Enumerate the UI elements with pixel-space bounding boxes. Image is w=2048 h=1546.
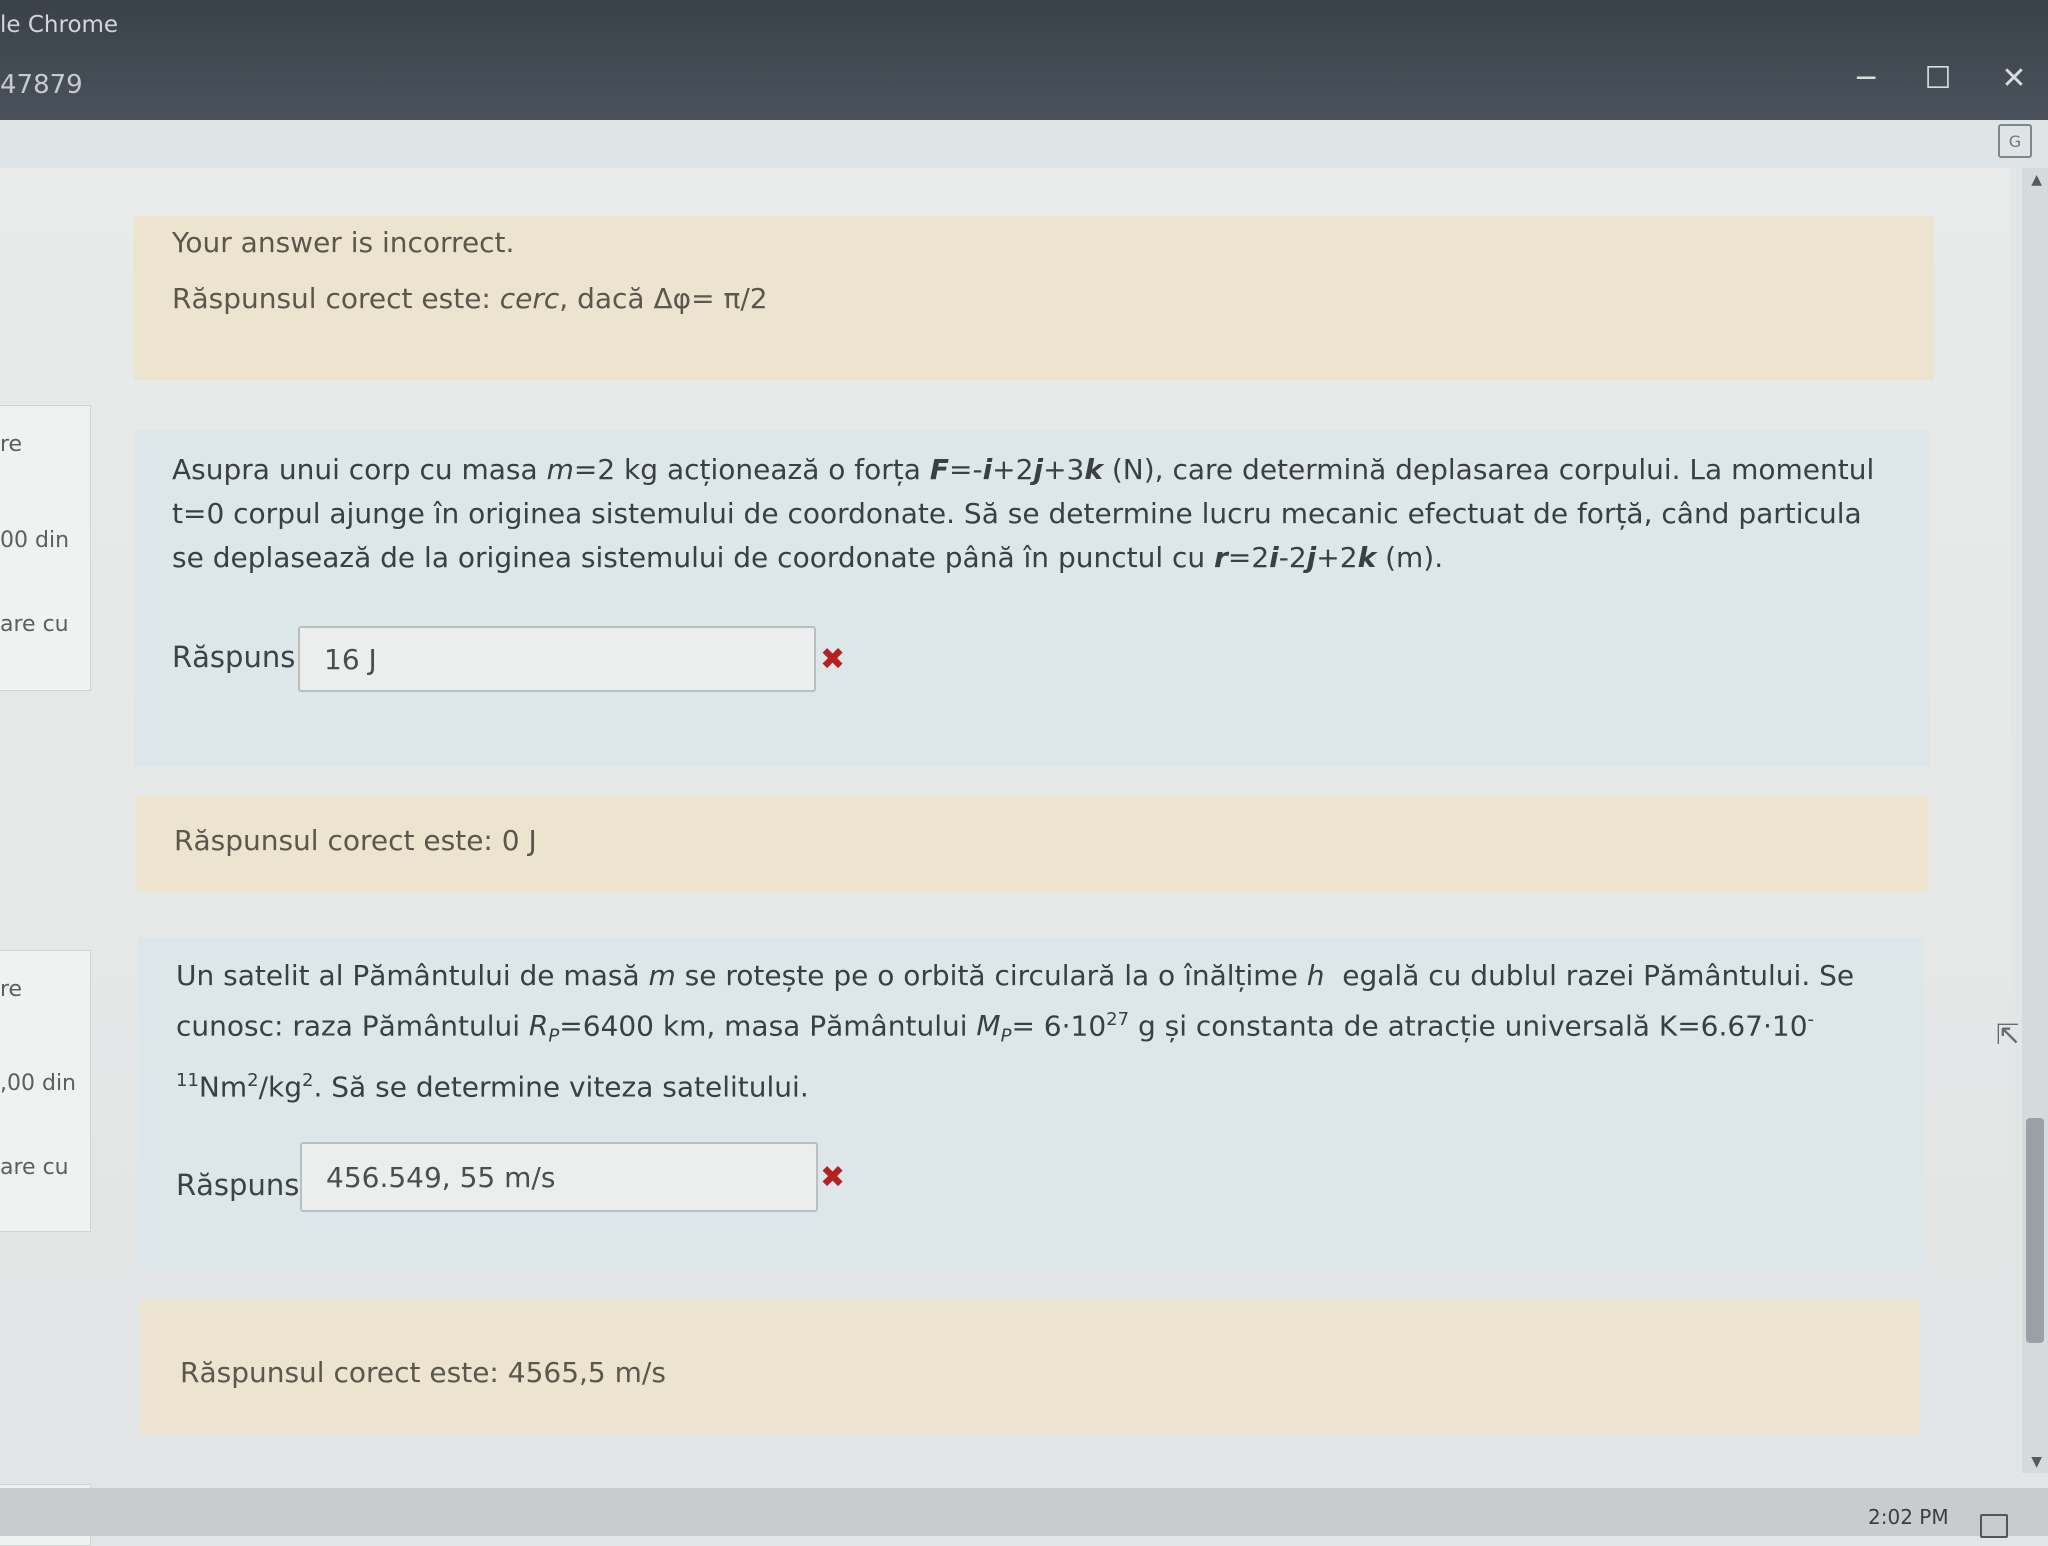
correct-answer-text: Răspunsul corect este: 0 J (174, 824, 537, 857)
question-text: Asupra unui corp cu masa m=2 kg acționea… (172, 453, 1875, 574)
feedback-box-q1: Răspunsul corect este: 0 J (136, 796, 1928, 892)
answer-input[interactable]: 16 J (298, 626, 816, 692)
incorrect-icon: ✖ (820, 642, 846, 677)
question-card-satellite: Un satelit al Pământului de masă m se ro… (138, 938, 1924, 1268)
incorrect-message: Your answer is incorrect. (172, 226, 515, 259)
minimize-button[interactable]: ─ (1846, 58, 1886, 98)
flag-question-label[interactable]: are cu (0, 612, 69, 637)
question-info-card-1: re 00 din are cu (0, 405, 91, 691)
correct-answer-text: Răspunsul corect este: 4565,5 m/s (180, 1356, 666, 1389)
question-text: Un satelit al Pământului de masă m se ro… (176, 959, 1855, 1104)
answer-input[interactable]: 456.549, 55 m/s (300, 1142, 818, 1212)
scroll-down-icon[interactable]: ▼ (2031, 1454, 2042, 1470)
mouse-cursor-icon: ⇱ (1996, 1018, 2020, 1051)
app-title: le Chrome (0, 12, 119, 38)
translate-icon[interactable]: G (1998, 124, 2032, 158)
tab-title[interactable]: 47879 (0, 70, 83, 100)
os-taskbar (0, 1488, 2048, 1536)
feedback-box-q2: Răspunsul corect este: 4565,5 m/s (140, 1300, 1920, 1434)
correct-prefix: Răspunsul corect este: (172, 282, 500, 315)
question-mark-label: ,00 din (0, 1071, 77, 1096)
answer-label: Răspuns: (176, 1168, 310, 1202)
feedback-box-previous: Your answer is incorrect. Răspunsul core… (134, 216, 1934, 380)
question-state-label: re (0, 432, 23, 457)
scrollbar-thumb[interactable] (2026, 1118, 2044, 1343)
close-button[interactable]: ✕ (1994, 58, 2034, 98)
flag-question-label[interactable]: are cu (0, 1155, 69, 1180)
question-info-card-2: re ,00 din are cu (0, 950, 91, 1232)
incorrect-icon: ✖ (820, 1160, 846, 1195)
taskbar-clock[interactable]: 2:02 PM (1868, 1505, 1949, 1529)
answer-label: Răspuns: (172, 640, 306, 674)
question-mark-label: 00 din (0, 528, 70, 553)
correct-italic: cerc (499, 282, 560, 315)
correct-suffix: , dacă Δφ= π/2 (559, 282, 768, 315)
window-titlebar: le Chrome 47879 ─ ☐ ✕ (0, 0, 2048, 120)
browser-toolbar (0, 120, 2048, 168)
notification-icon[interactable] (1980, 1514, 2008, 1538)
question-card-work: Asupra unui corp cu masa m=2 kg acționea… (134, 430, 1930, 766)
maximize-button[interactable]: ☐ (1918, 58, 1958, 98)
question-state-label: re (0, 977, 23, 1002)
correct-answer-text: Răspunsul corect este: cerc, dacă Δφ= π/… (172, 282, 768, 315)
scroll-up-icon[interactable]: ▲ (2031, 172, 2042, 188)
